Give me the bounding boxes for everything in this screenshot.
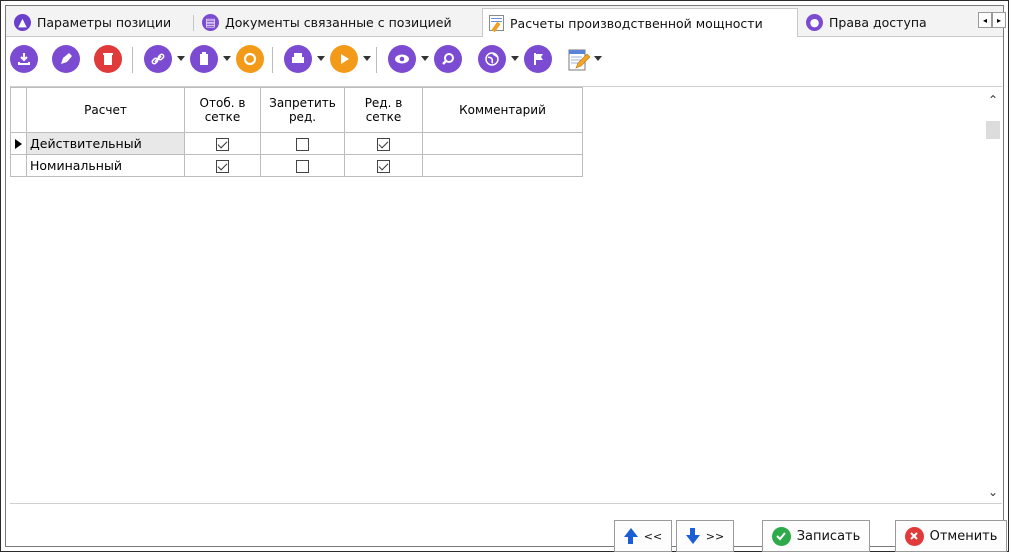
cell-show-in-grid[interactable] [184, 132, 261, 155]
link-dropdown-arrow[interactable] [177, 56, 185, 61]
refresh-icon[interactable] [236, 45, 264, 73]
document-circle-icon: ▤ [202, 14, 219, 31]
caret-up-circle-icon: ▲ [14, 14, 31, 31]
tab-label: Расчеты производственной мощности [510, 15, 763, 31]
checkbox-checked[interactable] [377, 160, 390, 173]
tab-label: Документы связанные с позицией [225, 15, 452, 30]
row-indicator [10, 132, 27, 155]
flag-icon[interactable] [524, 45, 552, 73]
tab-label: Параметры позиции [37, 15, 172, 30]
arrow-down-icon [685, 528, 700, 544]
cancel-label: Отменить [929, 528, 998, 544]
print-icon[interactable] [284, 45, 312, 73]
note-edit-icon[interactable] [568, 48, 591, 72]
toolbar-separator [132, 47, 133, 73]
user-circle-icon: ● [806, 14, 823, 31]
window-frame: ▲ Параметры позиции ▤ Документы связанны… [0, 0, 1009, 552]
row-indicator [10, 154, 27, 177]
table-row[interactable]: Действительный [10, 132, 583, 155]
column-header-edit-in-grid[interactable]: Ред. в сетке [344, 87, 423, 133]
run-dropdown-arrow[interactable] [363, 56, 371, 61]
scroll-down-icon[interactable]: ⌄ [988, 485, 998, 499]
tab-scroll-right-button[interactable]: ▸ [992, 12, 1006, 28]
cell-calculation[interactable]: Действительный [26, 132, 185, 155]
check-circle-icon [771, 526, 791, 546]
form-panel: ▲ Параметры позиции ▤ Документы связанны… [5, 5, 1006, 547]
previous-record-button[interactable]: << [614, 520, 672, 552]
globe-dropdown-arrow[interactable] [511, 56, 519, 61]
save-button[interactable]: Записать [762, 520, 870, 552]
row-indicator-header [10, 87, 27, 133]
view-dropdown-arrow[interactable] [421, 56, 429, 61]
next-record-label: >> [705, 529, 725, 543]
edit-icon[interactable] [52, 45, 80, 73]
checkbox-checked[interactable] [216, 138, 229, 151]
column-header-forbid-edit[interactable]: Запретить ред. [260, 87, 345, 133]
tab-scroll-left-button[interactable]: ◂ [978, 12, 992, 28]
close-circle-icon [904, 526, 924, 546]
calculations-grid: Расчет Отоб. в сетке Запретить ред. Ред.… [10, 87, 583, 177]
cell-comment[interactable] [422, 132, 583, 155]
pencil-note-icon [489, 15, 504, 33]
tab-related-documents[interactable]: ▤ Документы связанные с позицией [196, 10, 480, 35]
cell-forbid-edit[interactable] [260, 132, 345, 155]
toolbar [6, 38, 1003, 80]
tab-capacity-calculations[interactable]: Расчеты производственной мощности [482, 8, 798, 37]
cell-comment[interactable] [422, 154, 583, 177]
table-row[interactable]: Номинальный [10, 154, 583, 177]
download-icon[interactable] [10, 45, 38, 73]
arrow-up-icon [623, 528, 638, 544]
globe-icon[interactable] [478, 45, 506, 73]
view-icon[interactable] [388, 45, 416, 73]
cell-calculation[interactable]: Номинальный [26, 154, 185, 177]
cell-show-in-grid[interactable] [184, 154, 261, 177]
cell-forbid-edit[interactable] [260, 154, 345, 177]
cell-edit-in-grid[interactable] [344, 132, 423, 155]
scroll-up-icon[interactable]: ⌃ [988, 93, 998, 107]
column-header-calculation[interactable]: Расчет [26, 87, 185, 133]
link-icon[interactable] [144, 45, 172, 73]
tab-label: Права доступа [829, 15, 927, 30]
print-dropdown-arrow[interactable] [317, 56, 325, 61]
checkbox-checked[interactable] [216, 160, 229, 173]
toolbar-separator [376, 47, 377, 73]
next-record-button[interactable]: >> [676, 520, 734, 552]
run-icon[interactable] [330, 45, 358, 73]
cell-edit-in-grid[interactable] [344, 154, 423, 177]
tab-strip: ▲ Параметры позиции ▤ Документы связанны… [6, 6, 1006, 37]
save-label: Записать [796, 528, 861, 544]
search-icon[interactable] [434, 45, 462, 73]
copy-icon[interactable] [190, 45, 218, 73]
scroll-thumb[interactable] [986, 121, 1000, 139]
checkbox-unchecked[interactable] [296, 138, 309, 151]
checkbox-unchecked[interactable] [296, 160, 309, 173]
grid-container: Расчет Отоб. в сетке Запретить ред. Ред.… [10, 86, 1002, 504]
tab-position-params[interactable]: ▲ Параметры позиции [8, 10, 194, 35]
previous-record-label: << [643, 529, 663, 543]
delete-icon[interactable] [94, 45, 122, 73]
toolbar-separator [272, 47, 273, 73]
tab-access-rights[interactable]: ● Права доступа [800, 10, 940, 35]
grid-header-row: Расчет Отоб. в сетке Запретить ред. Ред.… [10, 87, 583, 133]
current-row-arrow-icon [15, 138, 22, 149]
cancel-button[interactable]: Отменить [895, 520, 1007, 552]
vertical-scrollbar[interactable]: ⌃ ⌄ [984, 87, 1002, 503]
column-header-show-in-grid[interactable]: Отоб. в сетке [184, 87, 261, 133]
copy-dropdown-arrow[interactable] [223, 56, 231, 61]
column-header-comment[interactable]: Комментарий [422, 87, 583, 133]
note-edit-dropdown-arrow[interactable] [594, 56, 602, 61]
checkbox-checked[interactable] [377, 138, 390, 151]
